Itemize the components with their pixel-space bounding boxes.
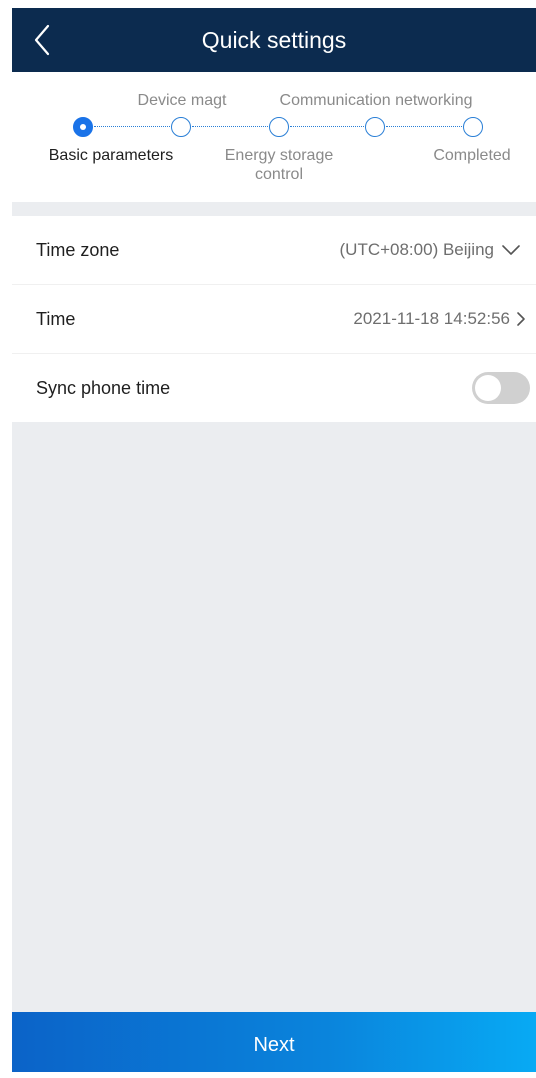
step-dot-completed	[463, 117, 483, 137]
time-zone-label: Time zone	[36, 240, 120, 260]
sync-phone-time-label: Sync phone time	[36, 378, 171, 398]
toggle-knob	[475, 375, 501, 401]
step-label-line-2: control	[254, 166, 304, 183]
step-label-completed: Completed	[433, 147, 511, 164]
step-connector	[192, 126, 268, 127]
time-value: 2021-11-18 14:52:56	[353, 309, 510, 328]
step-dot-energy-storage-control	[269, 117, 289, 137]
time-zone-value: (UTC+08:00) Beijing	[339, 240, 495, 259]
step-label-energy-storage-control: Energy storage control	[225, 146, 334, 184]
step-dot-device-magt	[171, 117, 191, 137]
time-row[interactable]: Time 2021-11-18 14:52:56	[12, 285, 536, 354]
step-connector	[290, 126, 364, 127]
quick-settings-screen: Quick settings Device magt Communication…	[12, 8, 536, 1072]
next-button[interactable]: Next	[12, 1012, 536, 1072]
step-label-basic-parameters: Basic parameters	[48, 147, 174, 164]
step-connector	[386, 126, 464, 127]
progress-stepper: Device magt Communication networking Bas…	[12, 72, 536, 202]
step-connector	[94, 126, 170, 127]
settings-list: Time zone (UTC+08:00) Beijing Time 2021-…	[12, 216, 536, 422]
step-label-line-1: Energy storage	[224, 147, 334, 164]
time-label: Time	[36, 309, 76, 329]
step-dot-communication-networking	[365, 117, 385, 137]
header-bar: Quick settings	[12, 8, 536, 72]
chevron-down-icon	[502, 245, 520, 255]
page-title: Quick settings	[201, 27, 347, 53]
sync-phone-time-toggle[interactable]	[472, 372, 530, 404]
step-dot-basic-parameters	[73, 117, 93, 137]
step-label-device-magt: Device magt	[137, 92, 227, 109]
sync-phone-time-row: Sync phone time	[12, 354, 536, 422]
chevron-right-icon	[517, 312, 525, 326]
time-zone-row[interactable]: Time zone (UTC+08:00) Beijing	[12, 216, 536, 285]
step-label-communication-networking: Communication networking	[279, 92, 473, 109]
